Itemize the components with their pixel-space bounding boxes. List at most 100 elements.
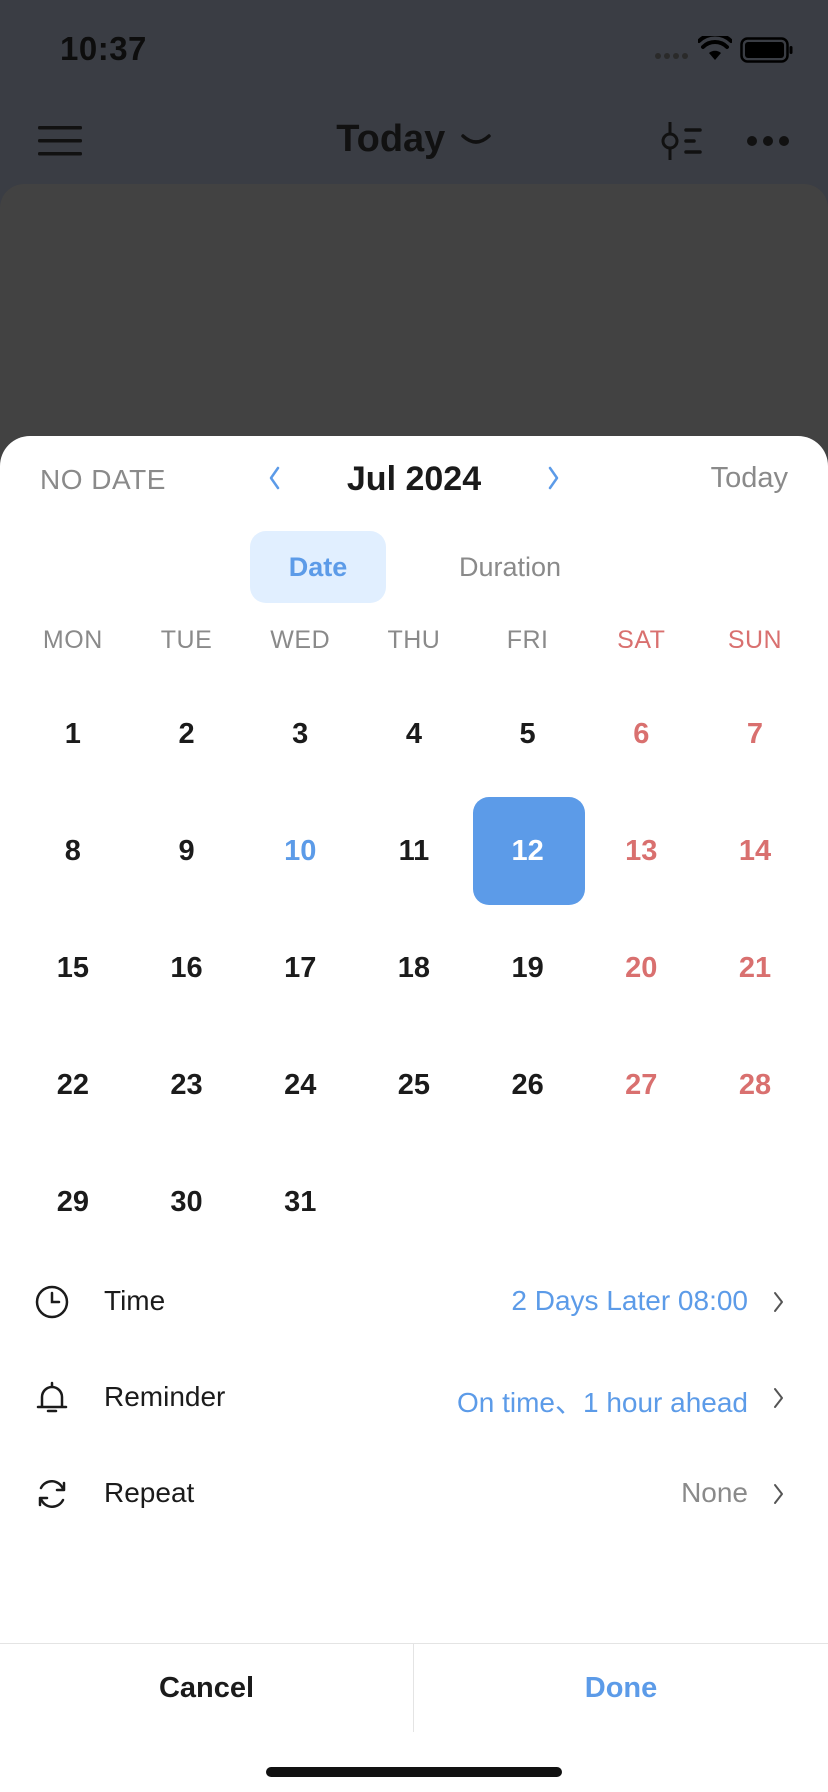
tab-duration[interactable]: Duration (430, 531, 590, 603)
calendar-day[interactable]: 11 (357, 793, 471, 910)
calendar-week: 29 30 31 (16, 1144, 812, 1261)
calendar-day-number: 19 (511, 952, 544, 984)
calendar-day-number: 29 (56, 1186, 89, 1218)
calendar-day[interactable]: 4 (357, 676, 471, 793)
tab-date[interactable]: Date (250, 531, 386, 603)
calendar-week: 8 9 10 11 12 13 14 (16, 793, 812, 910)
calendar-day-number: 25 (397, 1069, 431, 1101)
clock-icon (35, 1285, 69, 1319)
calendar-day-number: 23 (170, 1069, 203, 1101)
status-bar: 10:37 (0, 0, 828, 100)
calendar-day[interactable]: 27 (584, 1027, 698, 1144)
calendar-day[interactable]: 5 (471, 676, 585, 793)
calendar-day-number: 11 (398, 835, 430, 867)
calendar-day-number: 9 (178, 835, 195, 867)
calendar-week: 1 2 3 4 5 6 7 (16, 676, 812, 793)
screen: 10:37 Today NO DATE Jul 2024 Today Date … (0, 0, 828, 1792)
today-button[interactable]: Today (711, 462, 788, 495)
calendar-day-number: 20 (625, 952, 658, 984)
calendar-day[interactable]: 6 (584, 676, 698, 793)
bell-icon (36, 1381, 68, 1413)
calendar-day[interactable]: 18 (357, 910, 471, 1027)
weekday-label: FRI (506, 626, 549, 654)
action-bar: Cancel Done (0, 1643, 828, 1732)
cancel-button[interactable]: Cancel (0, 1644, 414, 1732)
sheet-toolbar: NO DATE Jul 2024 Today (0, 436, 828, 526)
calendar-empty-cell (357, 1144, 471, 1261)
reminder-row[interactable]: Reminder On time、1 hour ahead (0, 1350, 828, 1446)
chevron-right-icon (774, 1292, 783, 1312)
calendar-day[interactable]: 15 (16, 910, 130, 1027)
calendar-empty-cell (698, 1144, 812, 1261)
chevron-left-icon[interactable] (262, 462, 286, 494)
calendar-day[interactable]: 29 (16, 1144, 130, 1261)
calendar-day[interactable]: 17 (243, 910, 357, 1027)
header-title-button[interactable]: Today (0, 118, 828, 161)
calendar-day-number: 7 (746, 718, 764, 750)
calendar-day-number: 17 (284, 952, 317, 984)
time-label: Time (104, 1285, 166, 1316)
calendar-week: 22 23 24 25 26 27 28 (16, 1027, 812, 1144)
filter-icon[interactable] (658, 120, 702, 162)
calendar-day-number: 12 (511, 835, 544, 867)
status-time: 10:37 (60, 30, 147, 67)
calendar-day-number: 2 (178, 718, 195, 750)
calendar-day[interactable]: 14 (698, 793, 812, 910)
calendar-day-number: 5 (519, 718, 536, 750)
month-label: Jul 2024 (346, 460, 482, 498)
calendar-day[interactable]: 8 (16, 793, 130, 910)
calendar-day-number: 13 (625, 835, 658, 867)
calendar-day[interactable]: 10 (243, 793, 357, 910)
weekday-label: MON (42, 626, 103, 654)
chevron-down-icon (461, 133, 491, 144)
calendar-day[interactable]: 24 (243, 1027, 357, 1144)
calendar-day[interactable]: 9 (130, 793, 244, 910)
calendar-day-selected[interactable]: 12 (471, 793, 585, 910)
done-button[interactable]: Done (414, 1644, 828, 1732)
app-header: Today (0, 100, 828, 182)
weekday-header: MON TUE WED THU FRI SAT SUN (16, 626, 812, 655)
date-picker-sheet: NO DATE Jul 2024 Today Date Duration MON… (0, 436, 828, 1792)
home-indicator (266, 1767, 562, 1777)
calendar-day[interactable]: 22 (16, 1027, 130, 1144)
calendar-empty-cell (584, 1144, 698, 1261)
calendar-day[interactable]: 21 (698, 910, 812, 1027)
calendar-day[interactable]: 3 (243, 676, 357, 793)
calendar-day[interactable]: 2 (130, 676, 244, 793)
calendar-day[interactable]: 31 (243, 1144, 357, 1261)
calendar-day[interactable]: 7 (698, 676, 812, 793)
calendar-day-number: 6 (633, 718, 650, 750)
calendar-day-number: 24 (284, 1069, 317, 1101)
calendar-day[interactable]: 19 (471, 910, 585, 1027)
repeat-label: Repeat (104, 1477, 195, 1508)
calendar-grid: 1 2 3 4 5 6 7 8 9 10 11 12 13 14 15 16 17 18 19 20 21 22 23 24 2… (16, 676, 812, 1261)
chevron-right-icon (774, 1388, 783, 1408)
calendar-day-number: 8 (64, 835, 81, 867)
weekday-label: SUN (727, 626, 783, 654)
calendar-empty-cell (471, 1144, 585, 1261)
calendar-day-number: 28 (738, 1069, 772, 1101)
weekday-label: WED (270, 626, 331, 654)
wifi-icon (698, 36, 732, 60)
weekday-label: THU (387, 626, 441, 654)
more-icon[interactable] (746, 134, 790, 148)
calendar-day[interactable]: 16 (130, 910, 244, 1027)
calendar-day-number: 10 (284, 835, 317, 867)
calendar-day[interactable]: 30 (130, 1144, 244, 1261)
calendar-day-number: 3 (292, 718, 309, 750)
calendar-day[interactable]: 20 (584, 910, 698, 1027)
time-value: 2 Days Later 08:00 (511, 1285, 748, 1316)
calendar-day[interactable]: 13 (584, 793, 698, 910)
chevron-right-icon[interactable] (542, 462, 566, 494)
calendar-day[interactable]: 26 (471, 1027, 585, 1144)
calendar-day[interactable]: 28 (698, 1027, 812, 1144)
calendar-day[interactable]: 25 (357, 1027, 471, 1144)
reminder-value: On time、1 hour ahead (456, 1387, 748, 1418)
repeat-row[interactable]: Repeat None (0, 1446, 828, 1542)
calendar-day-number: 26 (511, 1069, 544, 1101)
calendar-day-number: 30 (170, 1186, 203, 1218)
calendar-day-number: 4 (405, 718, 422, 750)
calendar-day[interactable]: 1 (16, 676, 130, 793)
calendar-day[interactable]: 23 (130, 1027, 244, 1144)
time-row[interactable]: Time 2 Days Later 08:00 (0, 1254, 828, 1350)
